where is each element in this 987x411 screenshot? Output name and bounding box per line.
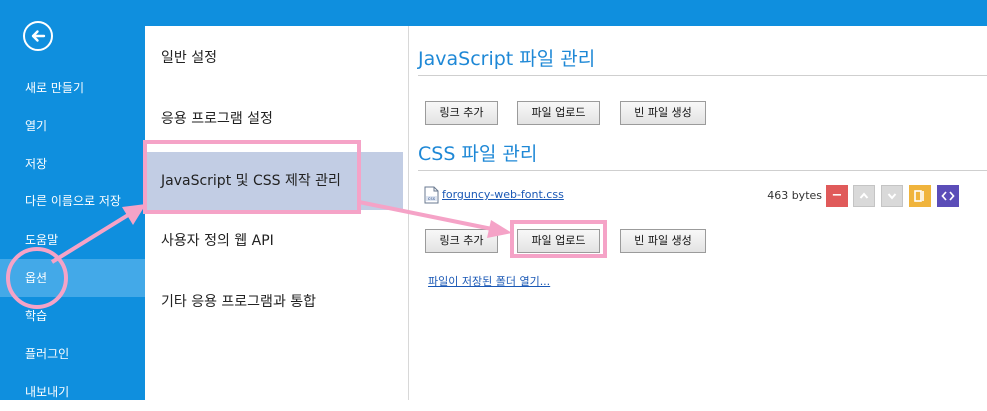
js-upload-button[interactable]: 파일 업로드 <box>517 101 600 125</box>
sidebar-item-learn[interactable]: 학습 <box>0 297 145 335</box>
top-bar <box>0 0 987 26</box>
delete-file-button[interactable]: − <box>826 185 848 207</box>
back-button[interactable] <box>23 21 53 51</box>
sidebar-item-options[interactable]: 옵션 <box>0 259 145 297</box>
css-upload-button[interactable]: 파일 업로드 <box>517 229 600 253</box>
edit-icon <box>914 190 924 202</box>
sidebar-item-save-as[interactable]: 다른 이름으로 저장 <box>0 182 145 220</box>
move-up-button[interactable] <box>853 185 875 207</box>
sidebar-item-plugins[interactable]: 플러그인 <box>0 335 145 373</box>
sidebar-item-new[interactable]: 새로 만들기 <box>0 69 145 107</box>
css-add-link-button[interactable]: 링크 추가 <box>425 229 498 253</box>
js-section-title: JavaScript 파일 관리 <box>418 48 596 70</box>
open-storage-folder-link[interactable]: 파일이 저장된 폴더 열기... <box>428 273 550 289</box>
css-section-divider <box>418 170 987 171</box>
arrow-left-icon <box>31 30 46 42</box>
svg-text:css: css <box>428 197 436 202</box>
css-file-icon: css <box>424 186 439 204</box>
category-app-settings[interactable]: 응용 프로그램 설정 <box>145 90 403 148</box>
sidebar-item-export[interactable]: 내보내기 <box>0 373 145 411</box>
category-other-app-integration[interactable]: 기타 응용 프로그램과 통합 <box>145 273 403 331</box>
css-section-title: CSS 파일 관리 <box>418 143 538 165</box>
css-file-link[interactable]: forguncy-web-font.css <box>442 188 564 201</box>
css-file-size: 463 bytes <box>767 189 822 202</box>
js-new-file-button[interactable]: 빈 파일 생성 <box>620 101 706 125</box>
panel-divider <box>408 26 409 400</box>
sidebar-item-open[interactable]: 열기 <box>0 107 145 145</box>
category-js-css-management[interactable]: JavaScript 및 CSS 제작 관리 <box>145 152 403 210</box>
backstage-sidebar: 새로 만들기 열기 저장 다른 이름으로 저장 도움말 옵션 학습 플러그인 내… <box>0 0 145 400</box>
code-view-button[interactable] <box>937 185 959 207</box>
category-general-settings[interactable]: 일반 설정 <box>145 29 403 87</box>
chevron-up-icon <box>859 192 869 199</box>
move-down-button[interactable] <box>881 185 903 207</box>
minus-icon: − <box>831 188 843 203</box>
options-category-panel: 일반 설정 응용 프로그램 설정 JavaScript 및 CSS 제작 관리 … <box>145 26 408 400</box>
css-new-file-button[interactable]: 빈 파일 생성 <box>620 229 706 253</box>
sidebar-item-save[interactable]: 저장 <box>0 145 145 183</box>
js-add-link-button[interactable]: 링크 추가 <box>425 101 498 125</box>
code-icon <box>941 191 955 201</box>
sidebar-item-help[interactable]: 도움말 <box>0 221 145 259</box>
edit-file-button[interactable] <box>909 185 931 207</box>
js-section-divider <box>418 75 987 76</box>
category-custom-web-api[interactable]: 사용자 정의 웹 API <box>145 212 403 270</box>
chevron-down-icon <box>887 193 897 200</box>
